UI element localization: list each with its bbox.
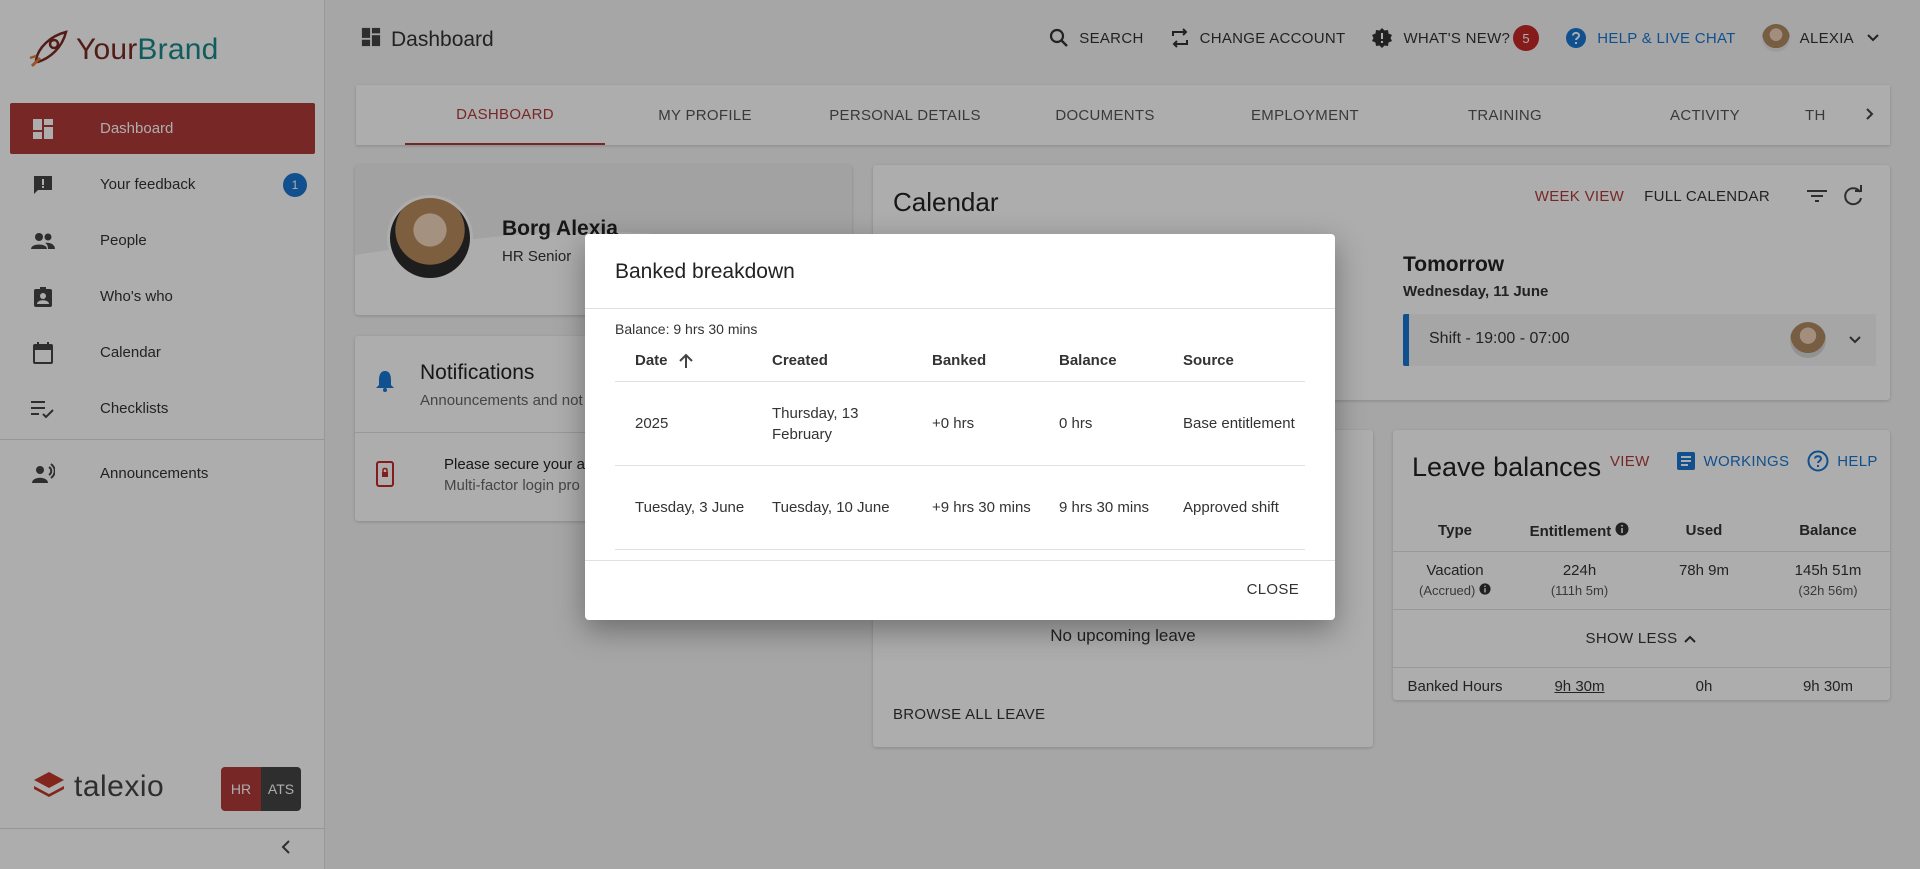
column-header-balance[interactable]: Balance: [1059, 340, 1159, 381]
cell-balance: 9 hrs 30 mins: [1059, 499, 1150, 516]
cell-source: Base entitlement: [1183, 415, 1295, 432]
column-header-date[interactable]: Date: [635, 340, 745, 381]
banked-breakdown-table: Date Created Banked Balance Source 2025 …: [615, 340, 1305, 550]
cell-source: Approved shift: [1183, 499, 1279, 516]
divider: [585, 560, 1335, 561]
column-header-source[interactable]: Source: [1183, 340, 1301, 381]
dialog-title: Banked breakdown: [615, 260, 795, 283]
close-button[interactable]: CLOSE: [1247, 581, 1299, 598]
cell-created: Thursday, 13 February: [772, 404, 859, 443]
arrow-up-icon: [678, 353, 694, 369]
column-header-created[interactable]: Created: [772, 340, 902, 381]
divider: [585, 308, 1335, 309]
table-header-row: Date Created Banked Balance Source: [615, 340, 1305, 382]
column-header-banked[interactable]: Banked: [932, 340, 1032, 381]
cell-created: Tuesday, 10 June: [772, 499, 890, 516]
cell-banked: +9 hrs 30 mins: [932, 499, 1031, 516]
banked-breakdown-dialog: Banked breakdown Balance: 9 hrs 30 mins …: [585, 234, 1335, 620]
column-header-label: Date: [635, 352, 668, 369]
cell-date: Tuesday, 3 June: [635, 499, 745, 516]
cell-banked: +0 hrs: [932, 415, 975, 432]
table-row: 2025 Thursday, 13 February +0 hrs 0 hrs …: [615, 382, 1305, 466]
cell-balance: 0 hrs: [1059, 415, 1093, 432]
dialog-balance: Balance: 9 hrs 30 mins: [615, 321, 758, 337]
table-row: Tuesday, 3 June Tuesday, 10 June +9 hrs …: [615, 466, 1305, 550]
cell-date: 2025: [635, 415, 669, 432]
